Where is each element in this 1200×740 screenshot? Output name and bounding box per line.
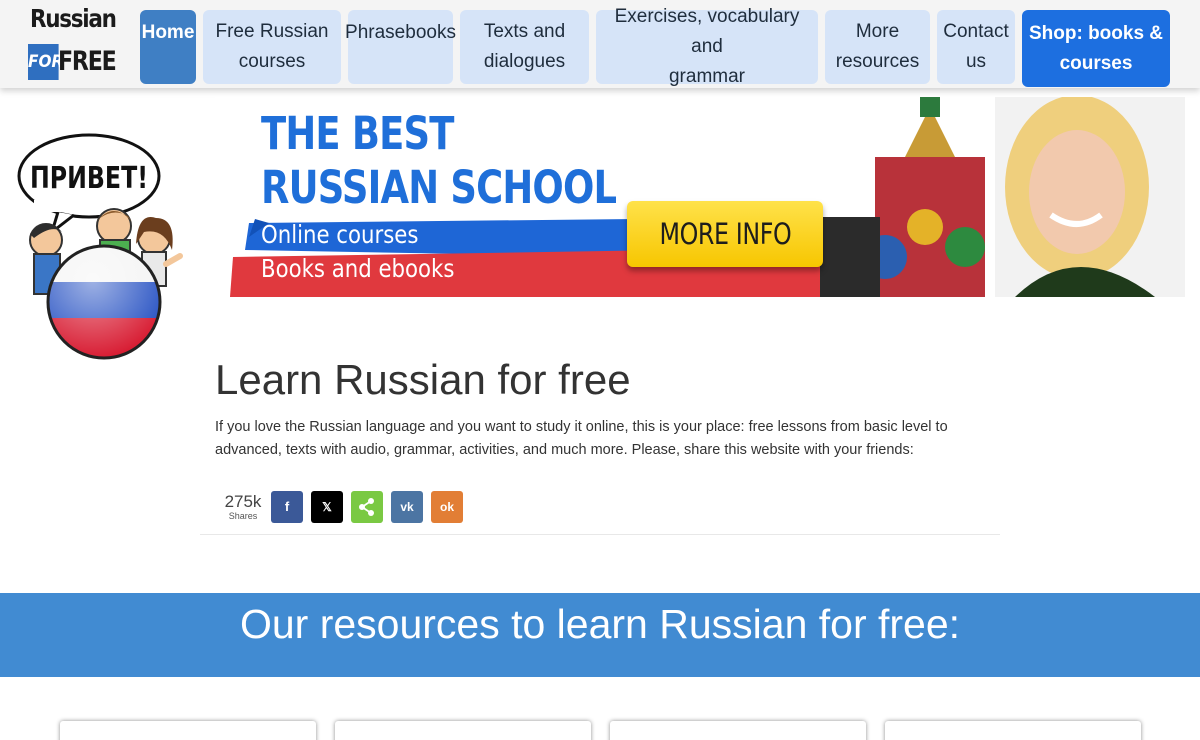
facebook-icon: f [284,499,290,514]
top-navigation: Russian FOR FREE Home Free Russian cours… [0,0,1200,88]
intro-paragraph: If you love the Russian language and you… [215,419,948,458]
site-logo[interactable]: Russian FOR FREE [28,4,117,80]
nav-label-line: dialogues [483,51,566,72]
nav-label-line: More [855,21,900,42]
resource-card[interactable] [335,721,591,740]
nav-label-line: Contact [943,21,1009,42]
logo-text-free: FREE [58,46,117,77]
nav-label-line: Free Russian [215,21,329,42]
share-count: 275k Shares [220,492,266,522]
x-share-button[interactable]: 𝕏 [311,491,343,523]
nav-free-russian-courses[interactable]: Free Russian courses [203,10,341,84]
more-info-button[interactable]: MORE INFO [627,201,823,267]
resources-section-header: Our resources to learn Russian for free: [0,593,1200,677]
nav-texts-and-dialogues[interactable]: Texts and dialogues [460,10,589,84]
nav-label-line: Texts and [483,21,566,42]
nav-label-line: Phrasebooks [345,22,456,43]
odnoklassniki-icon: ok [439,500,454,514]
nav-label-line: us [965,51,987,72]
mascot-svg: ПРИВЕТ! [17,133,183,360]
nav-label-line: courses [238,51,306,72]
nav-phrasebooks[interactable]: Phrasebooks [345,10,456,84]
banner-title-line-1: THE BEST [261,107,454,160]
banner-subtitle-books: Books and ebooks [261,254,455,283]
nav-shop-books-courses[interactable]: Shop: books & courses [1022,10,1170,87]
nav-label-line: Exercises, vocabulary and [614,6,800,57]
logo-text-for: FOR [28,44,63,80]
banner-subtitle-online-courses: Online courses [261,220,419,249]
nav-label-line: Shop: books & [1028,22,1164,44]
x-icon: 𝕏 [322,500,332,514]
logo-line-2: FOR FREE [28,44,117,80]
nav-label-line: courses [1059,52,1133,74]
promo-banner[interactable]: THE BEST RUSSIAN SCHOOL Online courses B… [215,97,1185,297]
page-title: Learn Russian for free [215,356,631,403]
resource-card[interactable] [60,721,316,740]
vk-icon: vk [400,500,414,514]
logo-text-russian: Russian [30,4,117,33]
share-icon [359,498,374,516]
share-count-number: 275k [224,492,262,511]
nav-label-line: resources [835,51,920,72]
banner-title-line-2: RUSSIAN SCHOOL [261,161,617,214]
resources-heading: Our resources to learn Russian for free: [239,601,961,647]
content-divider [200,534,1000,535]
nav-more-resources[interactable]: More resources [825,10,930,84]
nav-home-label: Home [141,22,195,43]
nav-label-line: grammar [668,66,745,87]
mascot-illustration: ПРИВЕТ! [14,132,184,364]
vk-share-button[interactable]: vk [391,491,423,523]
share-count-label: Shares [228,511,258,521]
odnoklassniki-share-button[interactable]: ok [431,491,463,523]
resource-card[interactable] [885,721,1141,740]
generic-share-button[interactable] [351,491,383,523]
speech-bubble-text: ПРИВЕТ! [30,161,148,196]
facebook-share-button[interactable]: f [271,491,303,523]
nav-contact-us[interactable]: Contact us [937,10,1015,84]
nav-home[interactable]: Home [140,10,196,84]
nav-exercises-vocabulary-grammar[interactable]: Exercises, vocabulary and grammar [596,6,818,87]
resource-card[interactable] [610,721,866,740]
more-info-label: MORE INFO [659,217,791,251]
